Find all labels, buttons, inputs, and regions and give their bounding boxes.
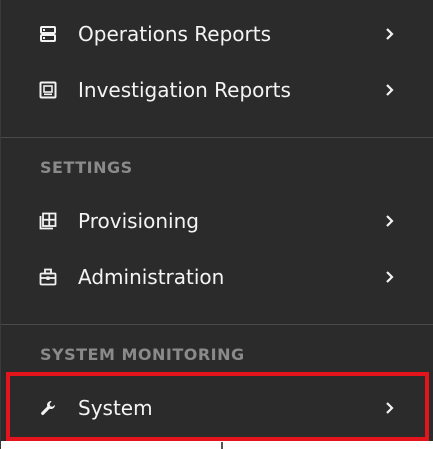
menu-item-investigation-reports[interactable]: Investigation Reports [1, 62, 433, 118]
page-background-strip [1, 441, 433, 449]
navigation-menu: Operations Reports Investigation Reports… [0, 0, 433, 449]
menu-item-operations-reports[interactable]: Operations Reports [1, 6, 433, 62]
chevron-right-icon [384, 400, 396, 416]
menu-item-administration[interactable]: Administration [1, 249, 433, 305]
section-heading-system-monitoring: SYSTEM MONITORING [40, 345, 245, 364]
wrench-icon [39, 399, 57, 417]
menu-item-label: Administration [78, 265, 225, 289]
toolbox-icon [39, 268, 57, 286]
report-window-icon [39, 81, 57, 99]
menu-item-provisioning[interactable]: Provisioning [1, 193, 433, 249]
grid-plus-icon [39, 212, 57, 230]
section-heading-settings: SETTINGS [40, 158, 133, 177]
chevron-right-icon [384, 213, 396, 229]
menu-item-system[interactable]: System [1, 380, 433, 436]
section-divider [1, 137, 433, 138]
menu-item-label: Operations Reports [78, 22, 272, 46]
menu-item-label: Provisioning [78, 209, 199, 233]
menu-item-label: Investigation Reports [78, 78, 291, 102]
chevron-right-icon [384, 269, 396, 285]
text-cursor-mark [221, 442, 223, 449]
section-divider [1, 324, 433, 325]
menu-item-label: System [78, 396, 153, 420]
chevron-right-icon [384, 82, 396, 98]
server-stack-icon [39, 25, 57, 43]
chevron-right-icon [384, 26, 396, 42]
